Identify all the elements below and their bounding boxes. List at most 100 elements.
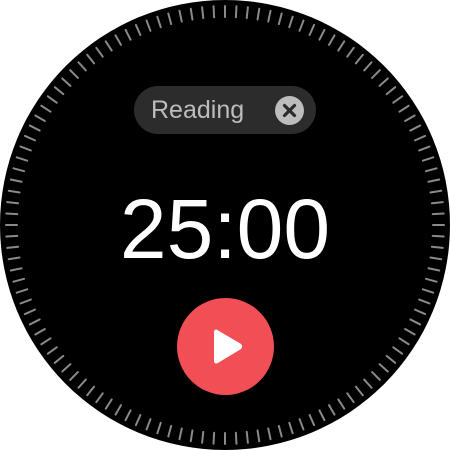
tick-mark: [69, 69, 79, 79]
tick-mark: [40, 337, 52, 346]
tick-mark: [308, 414, 316, 427]
tick-mark: [234, 5, 238, 19]
tick-mark: [212, 431, 216, 445]
tick-mark: [346, 392, 355, 404]
tick-mark: [69, 371, 79, 381]
tick-mark: [378, 363, 389, 373]
tick-mark: [19, 145, 32, 152]
tick-mark: [424, 167, 438, 173]
tick-mark: [61, 77, 72, 87]
tick-mark: [378, 77, 389, 87]
tick-mark: [404, 328, 416, 336]
tick-mark: [124, 28, 132, 41]
tick-mark: [201, 6, 205, 20]
tick-mark: [363, 61, 373, 72]
tick-mark: [178, 9, 183, 23]
tick-mark: [28, 318, 41, 326]
tick-mark: [418, 298, 431, 305]
tick-mark: [12, 277, 26, 283]
tick-mark: [46, 346, 58, 355]
tick-mark: [392, 346, 404, 355]
tick-mark: [201, 430, 205, 444]
tick-mark: [104, 398, 113, 410]
tick-mark: [385, 86, 397, 96]
tick-mark: [346, 46, 355, 58]
tick-mark: [245, 430, 249, 444]
tick-mark: [328, 404, 336, 416]
tick-mark: [23, 134, 36, 142]
tick-mark: [114, 404, 122, 416]
tick-mark: [77, 378, 87, 389]
tick-mark: [156, 421, 162, 435]
tick-mark: [53, 86, 65, 96]
tick-mark: [354, 385, 364, 397]
tick-mark: [15, 288, 29, 294]
tick-mark: [371, 371, 381, 381]
tick-mark: [308, 23, 316, 36]
tick-mark: [124, 409, 132, 422]
tick-mark: [134, 23, 142, 36]
tick-mark: [15, 156, 29, 162]
tick-mark: [267, 9, 272, 23]
tick-mark: [256, 429, 261, 443]
tick-mark: [421, 156, 435, 162]
tick-mark: [328, 34, 336, 46]
tick-mark: [34, 114, 46, 122]
tick-mark: [267, 427, 272, 441]
tick-mark: [178, 427, 183, 441]
tick-mark: [424, 277, 438, 283]
tick-mark: [418, 145, 431, 152]
tick-mark: [145, 19, 152, 32]
tick-mark: [363, 378, 373, 389]
tick-mark: [256, 7, 261, 21]
tick-mark: [19, 298, 32, 305]
tick-mark: [409, 318, 422, 326]
tick-mark: [404, 114, 416, 122]
tick-mark: [298, 19, 305, 32]
tick-mark: [28, 124, 41, 132]
tick-mark: [95, 46, 104, 58]
tick-mark: [385, 354, 397, 364]
tick-mark: [86, 53, 96, 65]
timer-label-chip[interactable]: Reading: [134, 86, 316, 134]
tick-mark: [167, 424, 173, 438]
tick-mark: [12, 167, 26, 173]
tick-mark: [421, 288, 435, 294]
tick-mark: [337, 40, 346, 52]
tick-mark: [53, 354, 65, 364]
tick-mark: [318, 409, 326, 422]
tick-mark: [189, 429, 194, 443]
tick-mark: [95, 392, 104, 404]
tick-mark: [409, 124, 422, 132]
tick-mark: [212, 5, 216, 19]
watch-face: Reading 25:00: [0, 0, 450, 450]
play-button[interactable]: [177, 298, 274, 395]
tick-mark: [61, 363, 72, 373]
tick-mark: [46, 95, 58, 104]
tick-mark: [318, 28, 326, 41]
tick-mark: [145, 418, 152, 431]
tick-mark: [34, 328, 46, 336]
tick-mark: [354, 53, 364, 65]
tick-mark: [40, 104, 52, 113]
tick-mark: [337, 398, 346, 410]
tick-mark: [288, 421, 294, 435]
close-icon[interactable]: [275, 96, 304, 125]
tick-mark: [234, 431, 238, 445]
tick-mark: [298, 418, 305, 431]
play-icon: [214, 329, 243, 364]
tick-mark: [156, 15, 162, 29]
timer-display: 25:00: [119, 182, 331, 276]
tick-mark: [414, 134, 427, 142]
tick-mark: [189, 7, 194, 21]
tick-mark: [77, 61, 87, 72]
tick-mark: [114, 34, 122, 46]
tick-mark: [392, 95, 404, 104]
tick-mark: [104, 40, 113, 52]
tick-mark: [371, 69, 381, 79]
timer-label: Reading: [151, 96, 245, 124]
tick-mark: [277, 424, 283, 438]
tick-mark: [23, 308, 36, 316]
tick-mark: [288, 15, 294, 29]
tick-mark: [277, 12, 283, 26]
